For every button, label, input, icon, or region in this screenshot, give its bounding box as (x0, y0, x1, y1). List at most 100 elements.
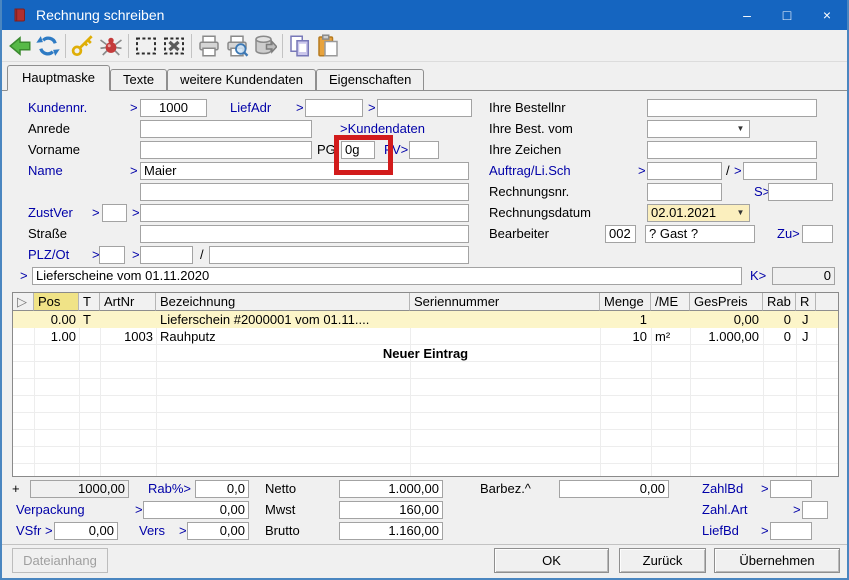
vers-label[interactable]: Vers (139, 522, 165, 540)
fv-field[interactable] (409, 141, 439, 159)
zahlbd-chevron[interactable]: > (761, 480, 769, 498)
vorname-field[interactable] (140, 141, 312, 159)
auftrag-label[interactable]: Auftrag/Li.Sch (489, 162, 571, 180)
bearbeiter-code-field[interactable]: 002 (605, 225, 636, 243)
col-header-gespreis[interactable]: GesPreis (690, 293, 763, 311)
barbez-field[interactable]: 0,00 (559, 480, 669, 498)
chevron-down-icon[interactable]: ▼ (734, 123, 747, 135)
s-field[interactable] (768, 183, 833, 201)
zahlart-chevron[interactable]: > (793, 501, 801, 519)
zustver-label[interactable]: ZustVer (28, 204, 73, 222)
select-cancel-icon[interactable] (160, 32, 188, 60)
col-header-bezeichnung[interactable]: Bezeichnung (156, 293, 410, 311)
name-chevron[interactable]: > (130, 162, 138, 180)
uebernehmen-button[interactable]: Übernehmen (714, 548, 840, 573)
col-header-rab[interactable]: Rab (763, 293, 796, 311)
auftrag-field-2[interactable] (743, 162, 817, 180)
ok-button[interactable]: OK (494, 548, 609, 573)
tab-texte[interactable]: Texte (110, 69, 167, 91)
maximize-icon[interactable]: □ (767, 0, 807, 30)
chevron-down-icon[interactable]: ▼ (734, 207, 747, 219)
zahlart-field[interactable] (802, 501, 828, 519)
k-field[interactable]: 0 (772, 267, 835, 285)
strasse-field[interactable] (140, 225, 469, 243)
verpackung-label[interactable]: Verpackung (16, 501, 85, 519)
vsfr-label[interactable]: VSfr (16, 522, 41, 540)
col-header-me[interactable]: /ME (651, 293, 690, 311)
liefadr-chevron-2[interactable]: > (368, 99, 376, 117)
zu-label[interactable]: Zu> (777, 225, 800, 243)
zahlart-label[interactable]: Zahl.Art (702, 501, 748, 519)
anrede-field[interactable] (140, 120, 312, 138)
liefbd-chevron[interactable]: > (761, 522, 769, 540)
tab-eigenschaften[interactable]: Eigenschaften (316, 69, 424, 91)
plz-field[interactable] (99, 246, 125, 264)
auftrag-field-1[interactable] (647, 162, 722, 180)
lieferscheine-chevron[interactable]: > (20, 267, 28, 285)
table-row[interactable]: 1.00 1003 Rauhputz 10 m² 1.000,00 0 J (13, 328, 838, 345)
col-header-artnr[interactable]: ArtNr (100, 293, 156, 311)
k-label[interactable]: K> (750, 267, 766, 285)
col-header-menge[interactable]: Menge (600, 293, 651, 311)
tab-weitere-kundendaten[interactable]: weitere Kundendaten (167, 69, 316, 91)
zahlbd-label[interactable]: ZahlBd (702, 480, 743, 498)
col-header-r[interactable]: R (796, 293, 816, 311)
netto-field[interactable]: 1.000,00 (339, 480, 443, 498)
vers-field[interactable]: 0,00 (187, 522, 249, 540)
liefadr-label[interactable]: LiefAdr (230, 99, 271, 117)
verpackung-chevron[interactable]: > (135, 501, 143, 519)
print-preview-icon[interactable] (223, 32, 251, 60)
col-header-pos[interactable]: Pos (34, 293, 79, 311)
liefadr-chevron-1[interactable]: > (296, 99, 304, 117)
print-icon[interactable] (195, 32, 223, 60)
vsfr-field[interactable]: 0,00 (54, 522, 118, 540)
brutto-field[interactable]: 1.160,00 (339, 522, 443, 540)
zu-field[interactable] (802, 225, 833, 243)
select-rect-icon[interactable] (132, 32, 160, 60)
tab-hauptmaske[interactable]: Hauptmaske (7, 65, 110, 91)
kundennr-label[interactable]: Kundennr. (28, 99, 87, 117)
ihre-bestellnr-field[interactable] (647, 99, 817, 117)
name-field[interactable]: Maier (140, 162, 469, 180)
verpackung-field[interactable]: 0,00 (143, 501, 249, 519)
auftrag-chevron-2[interactable]: > (734, 162, 742, 180)
rechnungsnr-field[interactable] (647, 183, 722, 201)
zustver-chevron-1[interactable]: > (92, 204, 100, 222)
auftrag-chevron-1[interactable]: > (638, 162, 646, 180)
liefbd-field[interactable] (770, 522, 812, 540)
zahlbd-field[interactable] (770, 480, 812, 498)
ot-field[interactable] (140, 246, 193, 264)
liefadr-field-2[interactable] (377, 99, 472, 117)
rab-field[interactable]: 0,0 (195, 480, 249, 498)
zustver-field-2[interactable] (140, 204, 469, 222)
liefbd-label[interactable]: LiefBd (702, 522, 739, 540)
ort-field[interactable] (209, 246, 469, 264)
col-header-t[interactable]: T (79, 293, 100, 311)
table-row[interactable]: 0.00 T Lieferschein #2000001 vom 01.11..… (13, 311, 838, 328)
ihre-best-vom-combo[interactable]: ▼ (647, 120, 750, 138)
zustver-field-1[interactable] (102, 204, 127, 222)
col-header-seriennummer[interactable]: Seriennummer (410, 293, 600, 311)
kundennr-field[interactable]: 1000 (140, 99, 207, 117)
vers-chevron[interactable]: > (179, 522, 187, 540)
lieferscheine-field[interactable]: Lieferscheine vom 01.11.2020 (32, 267, 742, 285)
mwst-field[interactable]: 160,00 (339, 501, 443, 519)
zurueck-button[interactable]: Zurück (619, 548, 706, 573)
rechnungsdatum-field[interactable]: 02.01.2021 ▼ (647, 204, 750, 222)
refresh-icon[interactable] (34, 32, 62, 60)
paste-icon[interactable] (314, 32, 342, 60)
ot-chevron[interactable]: > (132, 246, 140, 264)
rab-label[interactable]: Rab%> (148, 480, 191, 498)
kundennr-chevron[interactable]: > (130, 99, 138, 117)
spider-icon[interactable] (97, 32, 125, 60)
vsfr-chevron[interactable]: > (45, 522, 53, 540)
name-label[interactable]: Name (28, 162, 63, 180)
liefadr-field-1[interactable] (305, 99, 363, 117)
ihre-zeichen-field[interactable] (647, 141, 817, 159)
zustver-chevron-2[interactable]: > (132, 204, 140, 222)
back-icon[interactable] (6, 32, 34, 60)
copy-icon[interactable] (286, 32, 314, 60)
minimize-icon[interactable]: – (727, 0, 767, 30)
name2-field[interactable] (140, 183, 469, 201)
key-icon[interactable] (69, 32, 97, 60)
